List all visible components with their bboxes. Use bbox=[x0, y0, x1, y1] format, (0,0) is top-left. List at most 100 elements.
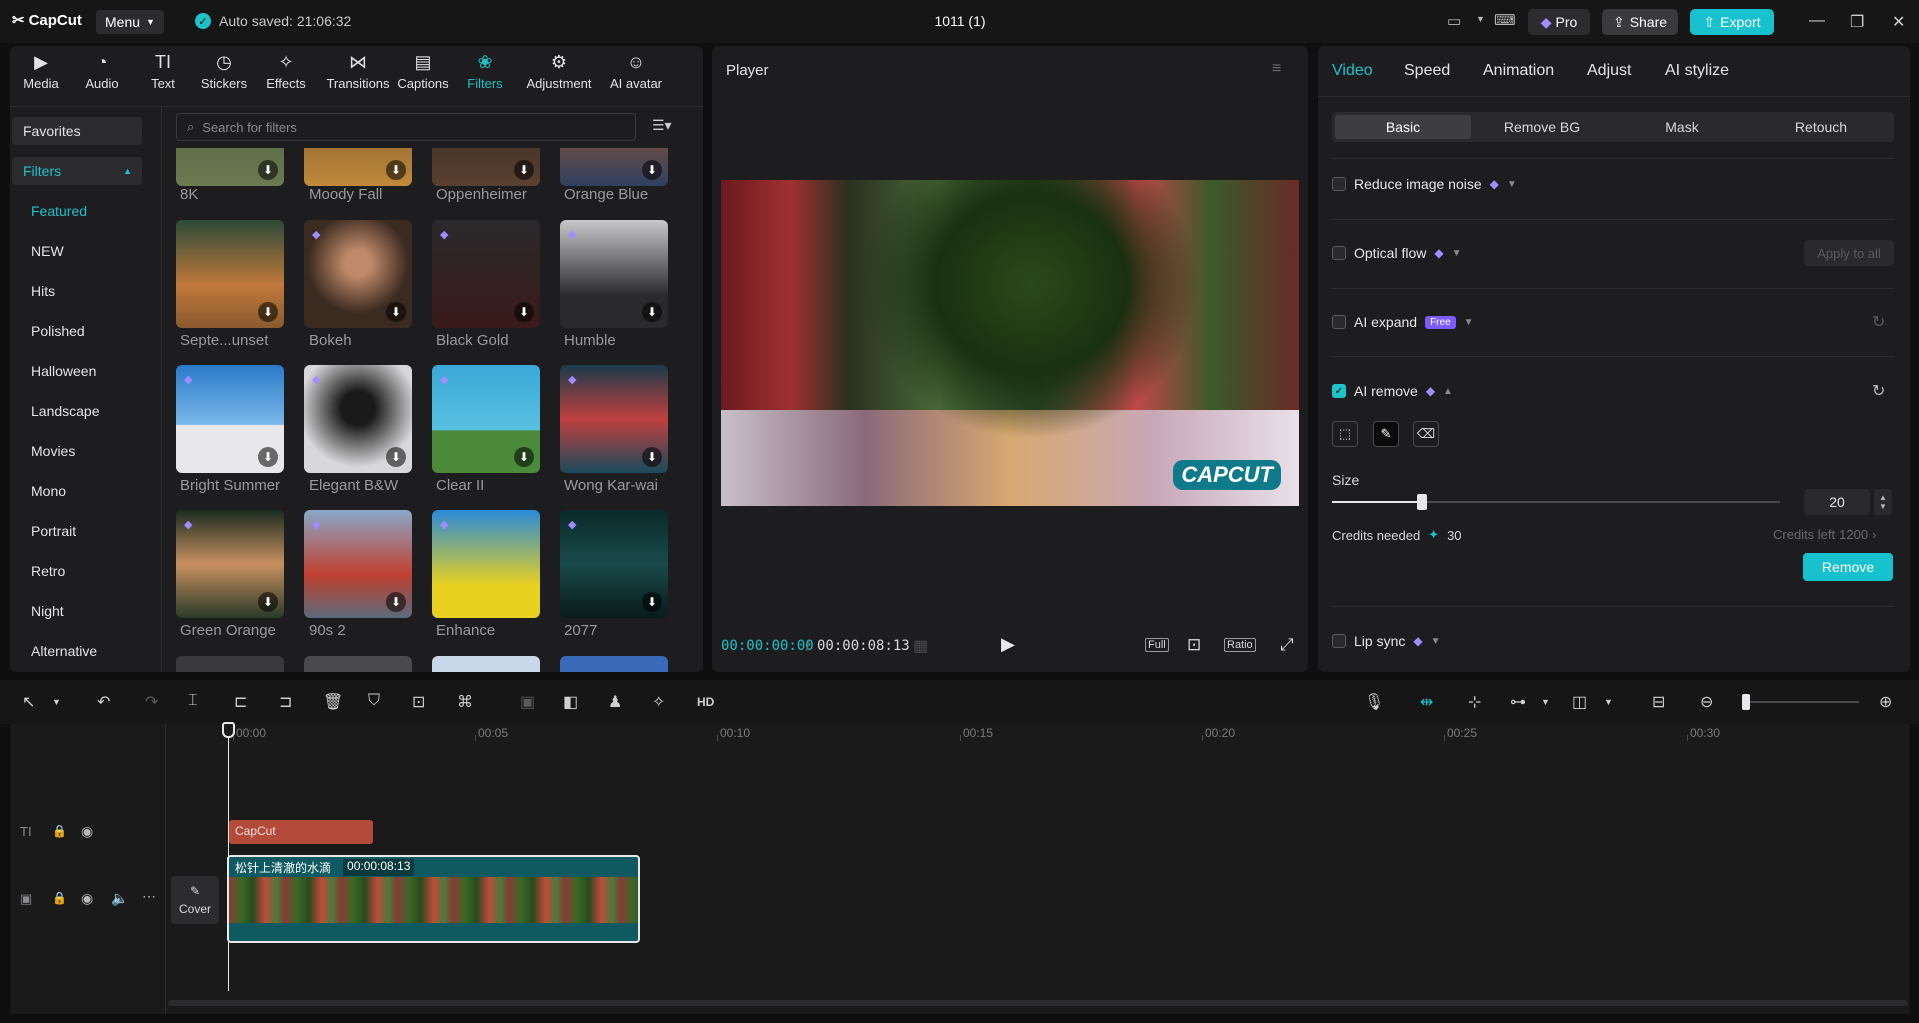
eye-icon[interactable]: ◉ bbox=[81, 823, 93, 840]
tab-animation[interactable]: Animation bbox=[1483, 62, 1554, 80]
undo-icon[interactable]: ↶ bbox=[97, 692, 110, 712]
tab-stickers[interactable]: ◷ Stickers bbox=[193, 52, 255, 94]
sidebar-item-hits[interactable]: Hits bbox=[12, 277, 142, 305]
magic-wand-icon[interactable]: ✧ bbox=[652, 692, 665, 712]
snap-icon[interactable]: ⊹ bbox=[1468, 692, 1481, 712]
tab-video[interactable]: Video bbox=[1332, 62, 1373, 80]
share-button[interactable]: ⇪ Share bbox=[1602, 9, 1678, 35]
lock-icon[interactable]: 🔒 bbox=[52, 891, 67, 905]
ratio-button[interactable]: Ratio bbox=[1224, 638, 1256, 652]
ai-expand-checkbox[interactable] bbox=[1332, 315, 1346, 329]
tab-audio[interactable]: ◔ Audio bbox=[71, 52, 133, 94]
sidebar-item-night[interactable]: Night bbox=[12, 597, 142, 625]
filter-card[interactable]: ◆ ⬇ bbox=[560, 365, 668, 473]
eye-icon[interactable]: ◉ bbox=[81, 890, 93, 907]
sidebar-item-movies[interactable]: Movies bbox=[12, 437, 142, 465]
more-icon[interactable]: ⋯ bbox=[142, 888, 156, 905]
download-icon[interactable]: ⬇ bbox=[386, 447, 406, 467]
remove-button[interactable]: Remove bbox=[1803, 553, 1893, 581]
restore-icon[interactable]: ❐ bbox=[1850, 12, 1864, 32]
microphone-icon[interactable]: 🎙 bbox=[1364, 692, 1384, 712]
layout-icon[interactable]: ▭ bbox=[1447, 12, 1461, 30]
chevron-down-icon[interactable]: ▼ bbox=[1541, 697, 1550, 707]
filter-card[interactable]: ◆ ⬇ bbox=[432, 220, 540, 328]
sidebar-item-halloween[interactable]: Halloween bbox=[12, 357, 142, 385]
seg-retouch[interactable]: Retouch bbox=[1753, 115, 1889, 139]
sidebar-item-favorites[interactable]: Favorites bbox=[12, 117, 142, 145]
download-icon[interactable]: ⬇ bbox=[514, 302, 534, 322]
tab-captions[interactable]: ▤ Captions bbox=[392, 52, 454, 94]
crop-icon[interactable]: ⊡ bbox=[412, 692, 425, 712]
filter-card[interactable]: ◆ ⬇ bbox=[304, 510, 412, 618]
tab-media[interactable]: ▶ Media bbox=[10, 52, 72, 94]
close-icon[interactable]: ✕ bbox=[1892, 12, 1905, 32]
sidebar-item-featured[interactable]: Featured bbox=[12, 197, 142, 225]
remove-bg-icon[interactable]: ♟ bbox=[608, 692, 622, 712]
split-left-icon[interactable]: ⊏ bbox=[234, 692, 247, 712]
download-icon[interactable]: ⬇ bbox=[386, 592, 406, 612]
keyboard-icon[interactable]: ⌨ bbox=[1494, 11, 1516, 29]
zoom-out-icon[interactable]: ⊖ bbox=[1700, 692, 1713, 712]
freeze-icon[interactable]: ▣ bbox=[520, 692, 535, 712]
download-icon[interactable]: ⬇ bbox=[258, 302, 278, 322]
eraser-icon[interactable]: ⌫ bbox=[1413, 421, 1439, 447]
filter-card[interactable]: ⬇ bbox=[304, 148, 412, 186]
chevron-down-icon[interactable]: ▼ bbox=[1507, 179, 1517, 190]
filter-card[interactable] bbox=[432, 656, 540, 672]
tab-ai-stylize[interactable]: AI stylize bbox=[1665, 62, 1729, 80]
download-icon[interactable]: ⬇ bbox=[386, 302, 406, 322]
chevron-down-icon[interactable]: ▼ bbox=[1464, 317, 1474, 328]
playhead-handle[interactable] bbox=[222, 722, 235, 738]
reduce-noise-checkbox[interactable] bbox=[1332, 177, 1346, 191]
play-icon[interactable]: ▶ bbox=[1001, 634, 1015, 655]
full-button[interactable]: Full bbox=[1145, 638, 1169, 652]
chevron-down-icon[interactable]: ▼ bbox=[1604, 697, 1613, 707]
tab-effects[interactable]: ✧ Effects bbox=[255, 52, 317, 94]
filter-sort-icon[interactable]: ☰▾ bbox=[652, 117, 672, 134]
chevron-down-icon[interactable]: ▼ bbox=[1452, 248, 1462, 259]
sidebar-item-retro[interactable]: Retro bbox=[12, 557, 142, 585]
filter-card[interactable] bbox=[176, 656, 284, 672]
filter-card[interactable]: ◆ ⬇ bbox=[560, 220, 668, 328]
filter-card[interactable]: ◆ ⬇ bbox=[432, 365, 540, 473]
tab-speed[interactable]: Speed bbox=[1404, 62, 1450, 80]
auto-reframe-icon[interactable]: ⌘ bbox=[457, 692, 473, 712]
tab-ai-avatar[interactable]: ☺ AI avatar bbox=[600, 52, 672, 94]
filter-card[interactable]: ⬇ bbox=[560, 148, 668, 186]
preview-axis-icon[interactable]: ◫ bbox=[1572, 692, 1587, 712]
fullscreen-icon[interactable]: ⤢ bbox=[1280, 635, 1294, 655]
filter-card[interactable]: ◆ ⬇ bbox=[176, 510, 284, 618]
delete-icon[interactable]: 🗑 bbox=[323, 692, 343, 712]
fit-icon[interactable]: ⊟ bbox=[1652, 692, 1665, 712]
filter-card[interactable]: ⬇ bbox=[432, 148, 540, 186]
filter-card[interactable]: ◆ ⬇ bbox=[304, 220, 412, 328]
magnet-icon[interactable]: ⇹ bbox=[1420, 692, 1433, 712]
tab-text[interactable]: TI Text bbox=[132, 52, 194, 94]
ai-remove-checkbox[interactable]: ✓ bbox=[1332, 384, 1346, 398]
sidebar-item-portrait[interactable]: Portrait bbox=[12, 517, 142, 545]
hd-icon[interactable]: HD bbox=[697, 695, 714, 709]
reset-icon[interactable]: ↻ bbox=[1872, 381, 1885, 401]
pro-button[interactable]: ◆ Pro bbox=[1528, 9, 1590, 35]
text-clip[interactable]: CapCut bbox=[229, 820, 373, 844]
video-clip[interactable]: 松针上清澈的水滴 00:00:08:13 bbox=[227, 855, 640, 943]
tab-adjust[interactable]: Adjust bbox=[1587, 62, 1631, 80]
sidebar-item-landscape[interactable]: Landscape bbox=[12, 397, 142, 425]
export-button[interactable]: ⇧ Export bbox=[1690, 9, 1774, 35]
cover-button[interactable]: ✎ Cover bbox=[171, 876, 219, 924]
zoom-thumb[interactable] bbox=[1742, 694, 1750, 710]
volume-icon[interactable]: 🔈 bbox=[111, 890, 128, 907]
filter-card[interactable] bbox=[304, 656, 412, 672]
sidebar-item-filters[interactable]: Filters ▲ bbox=[12, 157, 142, 185]
filter-card[interactable]: ◆ ⬇ bbox=[560, 510, 668, 618]
chevron-down-icon[interactable]: ▼ bbox=[1476, 14, 1485, 24]
download-icon[interactable]: ⬇ bbox=[642, 160, 662, 180]
filter-card[interactable]: ◆ ⬇ bbox=[304, 365, 412, 473]
grid-icon[interactable]: ▦ bbox=[913, 636, 928, 656]
screenshot-icon[interactable]: ⊡ bbox=[1187, 635, 1201, 655]
sidebar-item-polished[interactable]: Polished bbox=[12, 317, 142, 345]
download-icon[interactable]: ⬇ bbox=[386, 160, 406, 180]
download-icon[interactable]: ⬇ bbox=[258, 592, 278, 612]
sidebar-item-alternative[interactable]: Alternative bbox=[12, 637, 142, 665]
sidebar-item-new[interactable]: NEW bbox=[12, 237, 142, 265]
